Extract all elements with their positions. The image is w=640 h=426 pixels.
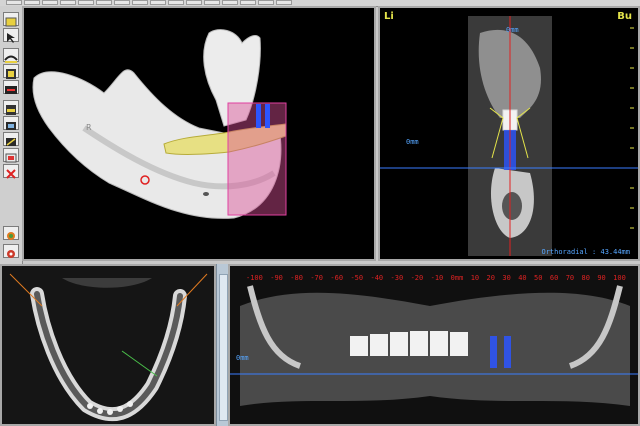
toolbar-button[interactable] [186,0,202,5]
toolbar-button[interactable] [168,0,184,5]
ruler-tick: 60 [549,274,559,282]
ruler-tick: 30 [502,274,511,282]
svg-text:R: R [86,123,92,132]
ruler-tick: -50 [350,274,364,282]
toolbar-button[interactable] [132,0,148,5]
toolbar-button[interactable] [42,0,58,5]
ruler-tick: 0mm [450,274,464,282]
measure-icon[interactable] [3,132,19,146]
view-icon[interactable] [3,12,19,27]
ruler-tick: 40 [518,274,527,282]
panoramic-panel[interactable]: R L -100-90-80-70-60-50-40-30-20-100mm10… [228,264,640,426]
ruler-tick: 90 [597,274,606,282]
axial-slice-image [2,266,214,424]
toolbar-button[interactable] [60,0,76,5]
cross-section-mid-mark: 0mm [406,138,419,146]
render-icon[interactable] [3,226,19,240]
toolbar-button[interactable] [114,0,130,5]
toolbar-button[interactable] [150,0,166,5]
panoramic-ruler: -100 -90 -80 -70 -60 -50 -40 -30 -20 -10 0mm 10 20 30… [246,274,626,284]
ruler-tick: 80 [581,274,590,282]
3d-icon[interactable] [3,116,19,130]
ruler-tick: -20 [410,274,424,282]
toolbar-button[interactable] [276,0,292,5]
cross-section-panel[interactable]: Li Bu 0mm 0mm Orthoradial : 43.44mm [378,6,640,261]
toolbar-button[interactable] [6,0,22,5]
ruler-tick: 10 [470,274,480,282]
axial-panel[interactable]: R L [0,264,216,426]
ruler-tick: 50 [534,274,543,282]
panoramic-icon[interactable] [3,48,19,63]
ruler-tick: -70 [310,274,323,282]
toolbar-button[interactable] [258,0,274,5]
toolbar-button[interactable] [222,0,238,5]
ruler-tick: 20 [486,274,495,282]
toolbar-button[interactable] [96,0,112,5]
toolbar-button[interactable] [78,0,94,5]
ruler-tick: 100 [613,274,626,282]
cursor-icon[interactable] [3,28,19,43]
layers-icon[interactable] [3,148,19,163]
ruler-tick: -30 [390,274,404,282]
cross-section-icon[interactable] [3,64,19,79]
ruler-tick: -90 [270,274,283,282]
ruler-tick: -40 [370,274,384,282]
settings-icon[interactable] [3,244,19,258]
toolbar-button[interactable] [240,0,256,5]
ruler-tick: 70 [565,274,575,282]
3d-view-panel[interactable]: R [22,6,376,261]
ruler-tick: -100 [246,274,263,282]
ruler-tick: -80 [290,274,303,282]
toolbar-button[interactable] [204,0,220,5]
cross-section-status: Orthoradial : 43.44mm [541,248,630,256]
toolbar-button[interactable] [24,0,40,5]
cross-section-image [380,16,638,256]
slice-icon[interactable] [3,100,19,115]
ruler-tick: -10 [430,274,444,282]
axial-icon[interactable] [3,80,19,94]
delete-icon[interactable] [3,164,19,179]
panoramic-side-mark: 0mm [236,354,249,362]
cross-section-top-mark: 0mm [506,26,519,34]
panoramic-image [230,266,638,424]
ruler-tick: -60 [330,274,344,282]
axial-scroll-thumb[interactable] [219,274,228,421]
3d-mandible-render: R [32,29,287,219]
